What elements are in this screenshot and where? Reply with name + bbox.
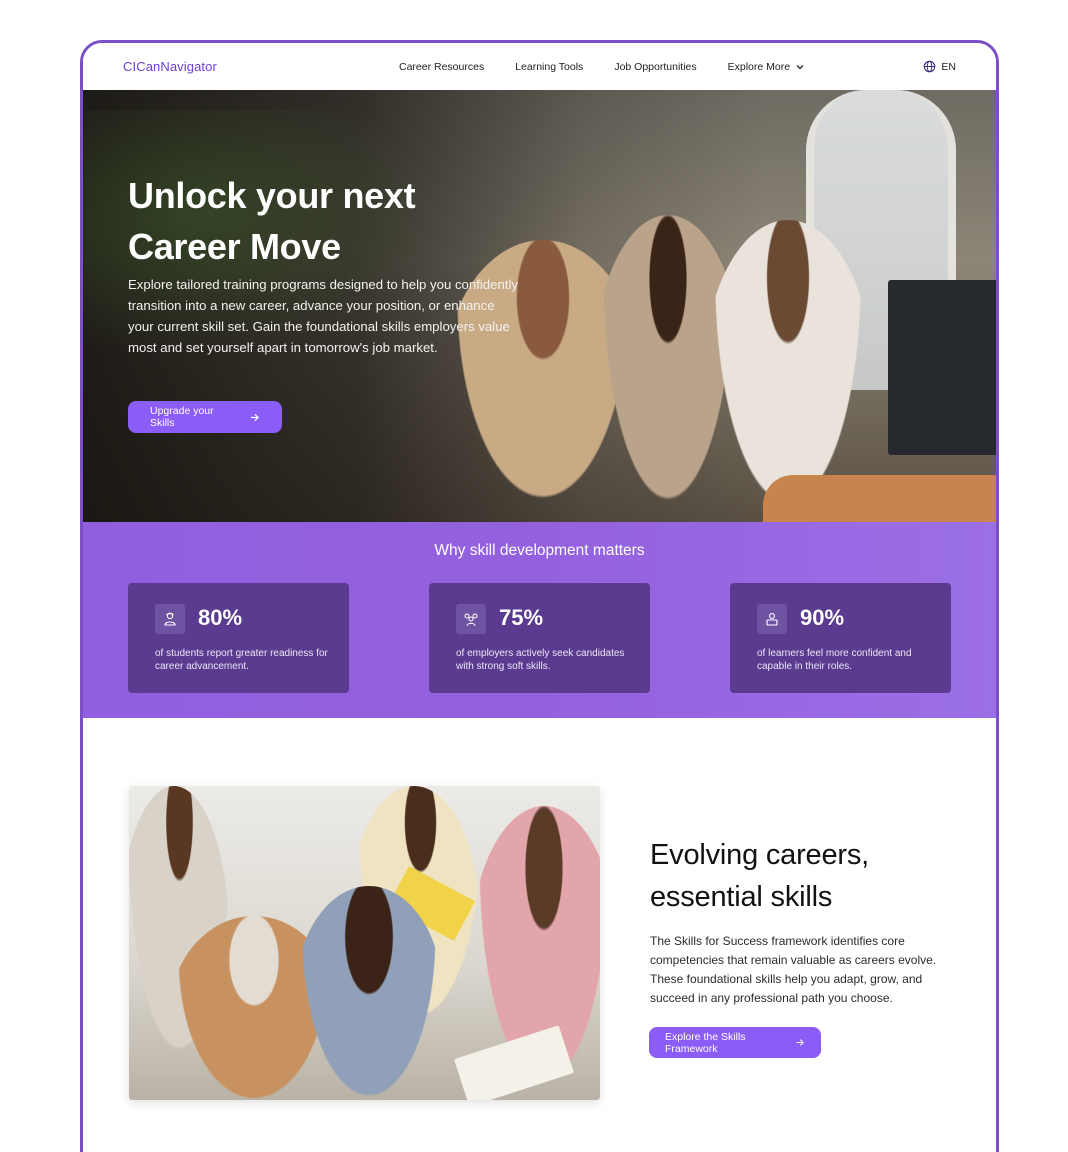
section-description: The Skills for Success framework identif… <box>650 934 937 1005</box>
arrow-right-icon <box>250 413 260 421</box>
chevron-down-icon <box>796 64 804 69</box>
hero-title: Unlock your next Career Move <box>128 170 548 272</box>
language-selector[interactable]: EN <box>923 43 956 90</box>
explore-more-label: Explore More <box>727 60 791 73</box>
logo[interactable]: CICanNavigator <box>123 59 217 74</box>
hero-section: Unlock your next Career Move Explore tai… <box>83 90 996 522</box>
person-icon <box>757 604 787 634</box>
stat-card: 90% of learners feel more confident and … <box>730 583 951 693</box>
top-navigation: CICanNavigator Career Resources Learning… <box>83 43 996 90</box>
hero-photo-desk <box>763 475 996 522</box>
stat-value: 75% <box>499 605 544 630</box>
stat-description: of employers actively seek candidates wi… <box>456 648 625 672</box>
section-title: Evolving careers, essential skills <box>650 834 980 918</box>
upgrade-skills-button[interactable]: Upgrade your Skills <box>128 401 282 433</box>
language-label: EN <box>941 60 956 73</box>
stats-title: Why skill development matters <box>434 542 645 559</box>
stat-description: of students report greater readiness for… <box>155 648 328 672</box>
team-photo-person <box>294 886 444 1100</box>
hero-description: Explore tailored training programs desig… <box>128 277 518 355</box>
stats-section: Why skill development matters 80% of stu… <box>83 522 996 718</box>
upgrade-skills-label: Upgrade your Skills <box>150 405 214 429</box>
stat-card: 75% of employers actively seek candidate… <box>429 583 650 693</box>
hero-title-line: Unlock your next <box>128 175 416 216</box>
explore-skills-framework-label: Explore the Skills Framework <box>665 1030 746 1055</box>
stat-description: of learners feel more confident and capa… <box>757 648 912 672</box>
explore-skills-framework-button[interactable]: Explore the Skills Framework <box>649 1027 821 1058</box>
arrow-right-icon <box>796 1039 805 1046</box>
stat-card: 80% of students report greater readiness… <box>128 583 349 693</box>
team-icon <box>456 604 486 634</box>
nav-link-explore-more[interactable]: Explore More <box>728 61 805 73</box>
globe-icon <box>924 60 936 73</box>
nav-link-learning-tools[interactable]: Learning Tools <box>515 61 583 73</box>
hero-title-line: Career Move <box>128 226 341 267</box>
student-icon <box>155 604 185 634</box>
nav-link-job-opportunities[interactable]: Job Opportunities <box>614 61 696 73</box>
section-title-line: essential skills <box>650 881 833 913</box>
stat-value: 80% <box>198 605 243 630</box>
nav-link-career-resources[interactable]: Career Resources <box>399 61 484 73</box>
nav-links: Career Resources Learning Tools Job Oppo… <box>399 43 805 90</box>
stat-value: 90% <box>800 605 845 630</box>
section-title-line: Evolving careers, <box>650 839 870 871</box>
team-photo <box>129 786 600 1100</box>
hero-photo-monitor <box>888 280 996 455</box>
